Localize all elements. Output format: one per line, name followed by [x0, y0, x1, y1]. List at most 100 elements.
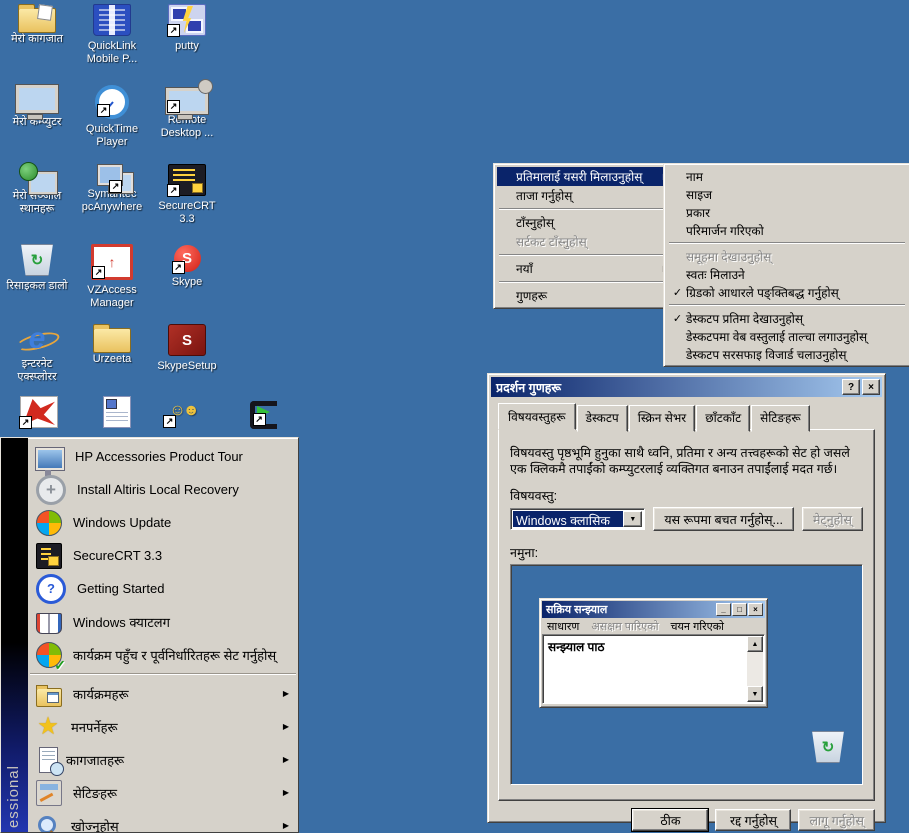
start-menu-item[interactable]: खोज्नुहोस्▶ — [28, 809, 298, 832]
dialog-titlebar[interactable]: प्रदर्शन गुणहरू ? × — [491, 377, 882, 397]
desktop-icon-messenger[interactable]: ☺☻↗ — [147, 396, 219, 426]
arrange-submenu-item-label: ग्रिडको आधारले पङ्क्तिबद्ध गर्नुहोस् — [686, 284, 853, 301]
shortcut-arrow-icon: ↗ — [97, 104, 110, 117]
context-menu-item[interactable]: गुणहरू — [497, 286, 673, 305]
desktop-icon-internet-explorer[interactable]: eइन्टरनेट एक्स्प्लोरर — [1, 324, 73, 384]
desktop-icon-network-places[interactable]: मेरो सञ्जाल स्थानहरू — [1, 164, 73, 216]
close-button[interactable]: × — [862, 379, 880, 395]
start-menu-item-label: मनपर्नेहरू — [71, 718, 118, 736]
desktop-icon-my-documents[interactable]: मेरो कागजात — [1, 4, 73, 46]
programs-icon — [36, 688, 62, 707]
theme-label: विषयवस्तु: — [510, 487, 863, 504]
start-menu-item[interactable]: कार्यक्रम पहुँच र पूर्वनिर्धारितहरू सेट … — [28, 638, 298, 671]
desktop-icon-recycle-bin[interactable]: ↻रिसाइकल डालो — [1, 244, 73, 293]
desktop-icon-putty[interactable]: ↗putty — [151, 4, 223, 53]
sample-window-menubar: साधारणअसक्षम पारिएकोचयन गरिएको — [542, 618, 765, 634]
desktop-icon-pcanywhere[interactable]: ↗Symantec pcAnywhere — [76, 164, 148, 214]
my-computer-icon — [16, 85, 58, 113]
putty-icon: ↗ — [168, 4, 206, 36]
arrange-submenu-item[interactable]: स्वतः मिलाउने — [667, 265, 907, 283]
close-icon: × — [748, 603, 763, 616]
preview-recycle-bin-icon: ↻ — [809, 731, 847, 763]
save-as-button[interactable]: यस रूपमा बचत गर्नुहोस्... — [653, 507, 794, 531]
document-template-icon — [103, 396, 131, 428]
desktop-icon-label: Skype — [151, 276, 223, 289]
start-menu-item[interactable]: कार्यक्रमहरू▶ — [28, 677, 298, 710]
favorites-glyph: ★ — [36, 715, 60, 739]
start-menu-item[interactable]: SecureCRT 3.3 — [28, 539, 298, 572]
arrange-submenu-item-label: समूहमा देखाउनुहोस् — [686, 248, 785, 265]
desktop-icon-my-computer[interactable]: मेरो कम्प्युटर — [1, 84, 73, 129]
arrange-submenu-item-label: नाम — [686, 168, 717, 185]
desktop-icon-folder[interactable]: Urzeeta — [76, 324, 148, 366]
sample-window: सक्रिय सन्झ्याल _ □ × साधारणअसक्षम पारिए… — [539, 598, 768, 708]
arrange-submenu-item[interactable]: डेस्कटपमा वेब वस्तुलाई ताल्चा लगाउनुहोस् — [667, 327, 907, 345]
arrange-submenu-item[interactable]: डेस्कटप सरसफाइ विजार्ड चलाउनुहोस् — [667, 345, 907, 363]
submenu-arrow-icon: ▶ — [283, 689, 289, 698]
arrange-submenu-item[interactable]: प्रकार — [667, 203, 907, 221]
desktop-icon-acrobat[interactable]: ↗ — [3, 396, 75, 428]
context-menu-item[interactable]: ताजा गर्नुहोस् — [497, 186, 673, 205]
context-menu-item[interactable]: सर्टकट टाँस्नुहोस् — [497, 232, 673, 251]
start-menu-item[interactable]: Windows Update — [28, 506, 298, 539]
arrange-submenu-item[interactable]: नाम — [667, 167, 907, 185]
arrange-submenu-item[interactable]: साइज — [667, 185, 907, 203]
internet-explorer-icon: e — [19, 324, 55, 354]
start-menu-item[interactable]: +Install Altiris Local Recovery — [28, 473, 298, 506]
sample-menu-item: असक्षम पारिएको — [591, 619, 658, 634]
start-menu-item-label: कार्यक्रम पहुँच र पूर्वनिर्धारितहरू सेट … — [73, 646, 276, 664]
arrange-submenu-item[interactable]: समूहमा देखाउनुहोस् — [667, 247, 907, 265]
tab-3[interactable]: छाँटकाँट — [696, 405, 750, 432]
start-menu-item[interactable]: ?Getting Started — [28, 572, 298, 605]
arrange-submenu-item[interactable]: परिमार्जन गरिएको — [667, 221, 907, 239]
tab-1[interactable]: डेस्कटप — [577, 405, 628, 432]
apply-button: लागू गर्नुहोस् — [798, 809, 875, 831]
desktop-icon-quicklink[interactable]: QuickLink Mobile P... — [76, 4, 148, 66]
context-menu-item[interactable]: प्रतिमालाई यसरी मिलाउनुहोस्▶ — [497, 167, 673, 186]
pcanywhere-icon: ↗ — [109, 173, 133, 193]
tab-strip: विषयवस्तुहरूडेस्कटपस्क्रिन सेभरछाँटकाँटस… — [491, 397, 882, 430]
settings-icon — [36, 780, 62, 806]
arrange-submenu-item[interactable]: ✓डेस्कटप प्रतिमा देखाउनुहोस् — [667, 309, 907, 327]
program-access-icon — [36, 642, 62, 668]
start-menu-item[interactable]: सेटिङहरू▶ — [28, 776, 298, 809]
context-menu-item[interactable]: टाँस्नुहोस् — [497, 213, 673, 232]
arrange-submenu-item[interactable]: ✓ग्रिडको आधारले पङ्क्तिबद्ध गर्नुहोस् — [667, 283, 907, 301]
start-menu-item[interactable]: ★मनपर्नेहरू▶ — [28, 710, 298, 743]
shortcut-arrow-icon: ↗ — [167, 100, 180, 113]
dropdown-arrow-icon[interactable]: ▼ — [623, 511, 642, 527]
context-menu-item[interactable]: नयाँ▶ — [497, 259, 673, 278]
recycle-glyph: ↻ — [810, 732, 846, 762]
start-menu-item-label: सेटिङहरू — [73, 784, 117, 802]
documents-icon — [39, 747, 58, 773]
desktop-icon-securecrt[interactable]: ↗SecureCRT 3.3 — [151, 164, 223, 226]
theme-combobox[interactable]: Windows क्लासिक ▼ — [510, 508, 645, 530]
ok-button[interactable]: ठीक — [632, 809, 708, 831]
start-menu-item-label: Getting Started — [77, 581, 164, 596]
desktop-icon-label: मेरो कागजात — [1, 33, 73, 46]
desktop-icon-skypesetup[interactable]: SSkypeSetup — [151, 324, 223, 373]
skypesetup-icon: S — [168, 324, 206, 356]
start-menu-item[interactable]: कागजातहरू▶ — [28, 743, 298, 776]
desktop-icon-secure-green[interactable]: ↗ — [220, 396, 292, 424]
desktop-icon-quicktime[interactable]: ↗QuickTime Player — [76, 84, 148, 149]
desktop-context-menu: प्रतिमालाई यसरी मिलाउनुहोस्▶ताजा गर्नुहो… — [493, 163, 677, 309]
cancel-button[interactable]: रद्द गर्नुहोस् — [715, 809, 791, 831]
shortcut-arrow-icon: ↗ — [92, 266, 105, 279]
help-button[interactable]: ? — [842, 379, 860, 395]
start-menu-separator — [30, 673, 296, 675]
desktop-icon-skype[interactable]: S↗Skype — [151, 244, 223, 289]
start-menu-item[interactable]: Windows क्याटलग — [28, 605, 298, 638]
desktop-icon-document-template[interactable] — [76, 396, 148, 428]
desktop-icon-label: SecureCRT 3.3 — [151, 200, 223, 226]
tab-0[interactable]: विषयवस्तुहरू — [498, 403, 576, 430]
delete-button: मेट्नुहोस् — [802, 507, 863, 531]
desktop-icon-remote-desktop[interactable]: ↗Remote Desktop ... — [151, 84, 223, 140]
context-menu-item-label: टाँस्नुहोस् — [516, 214, 568, 231]
start-menu-item[interactable]: HP Accessories Product Tour — [28, 440, 298, 473]
tab-4[interactable]: सेटिङहरू — [751, 405, 810, 432]
desktop-icon-vzaccess[interactable]: ↑↗VZAccess Manager — [76, 244, 148, 310]
tab-2[interactable]: स्क्रिन सेभर — [629, 405, 695, 432]
remote-desktop-icon: ↗ — [166, 88, 208, 114]
sample-window-content: सन्झ्याल पाठ ▲ ▼ — [542, 634, 765, 704]
